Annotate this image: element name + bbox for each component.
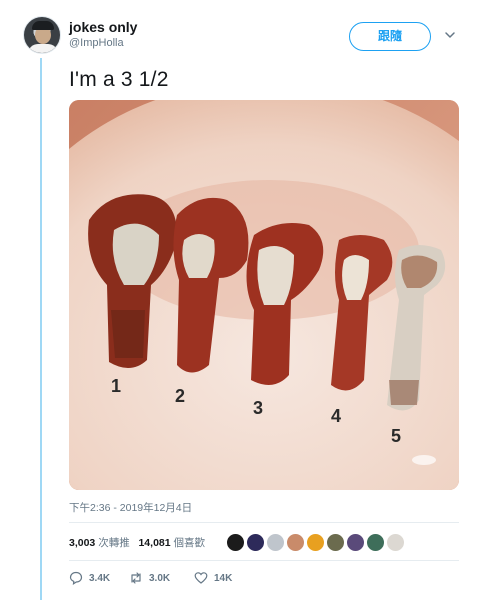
liker-avatar[interactable] (326, 533, 345, 552)
reply-button[interactable]: 3.4K (69, 570, 110, 586)
avatar-cap (32, 21, 54, 30)
retweet-count: 3.0K (149, 572, 171, 584)
thread-line (40, 58, 42, 600)
wing-number-5: 5 (391, 426, 401, 446)
liker-avatar[interactable] (366, 533, 385, 552)
wing-number-2: 2 (175, 386, 185, 406)
avatar[interactable] (23, 16, 61, 54)
reply-count: 3.4K (89, 572, 111, 584)
chevron-down-icon[interactable] (443, 28, 457, 42)
retweets-count[interactable]: 3,003 (69, 537, 95, 549)
liker-avatar[interactable] (386, 533, 405, 552)
tweet-text: I'm a 3 1/2 (69, 68, 169, 91)
retweet-button[interactable]: 3.0K (129, 570, 170, 586)
follow-button[interactable]: 跟隨 (349, 22, 431, 51)
liker-avatar[interactable] (226, 533, 245, 552)
avatar-shirt (28, 44, 58, 53)
retweet-icon (131, 572, 141, 584)
likes-count[interactable]: 14,081 (138, 537, 170, 549)
display-name[interactable]: jokes only (69, 19, 137, 35)
retweets-label[interactable]: 次轉推 (98, 537, 130, 549)
liker-avatar[interactable] (266, 533, 285, 552)
liker-avatar[interactable] (306, 533, 325, 552)
like-count: 14K (214, 572, 233, 584)
tweet-stats: 3,003 次轉推 14,081 個喜歡 (69, 535, 205, 550)
liker-avatar[interactable] (346, 533, 365, 552)
heart-icon (194, 572, 208, 584)
user-handle[interactable]: @ImpHolla (69, 37, 124, 49)
liker-avatars[interactable] (226, 533, 406, 553)
liker-avatar[interactable] (246, 533, 265, 552)
wing-number-4: 4 (331, 406, 341, 426)
divider (69, 560, 459, 561)
wing-number-3: 3 (253, 398, 263, 418)
tweet-photo[interactable]: 1 2 3 4 5 (69, 100, 459, 490)
like-button[interactable]: 14K (194, 570, 232, 586)
divider (69, 522, 459, 523)
tweet-timestamp[interactable]: 下午2:36 - 2019年12月4日 (69, 500, 192, 515)
reply-icon (69, 571, 83, 585)
likes-label[interactable]: 個喜歡 (174, 537, 206, 549)
wing-number-1: 1 (111, 376, 121, 396)
liker-avatar[interactable] (286, 533, 305, 552)
chicken-wings-image: 1 2 3 4 5 (69, 100, 459, 490)
